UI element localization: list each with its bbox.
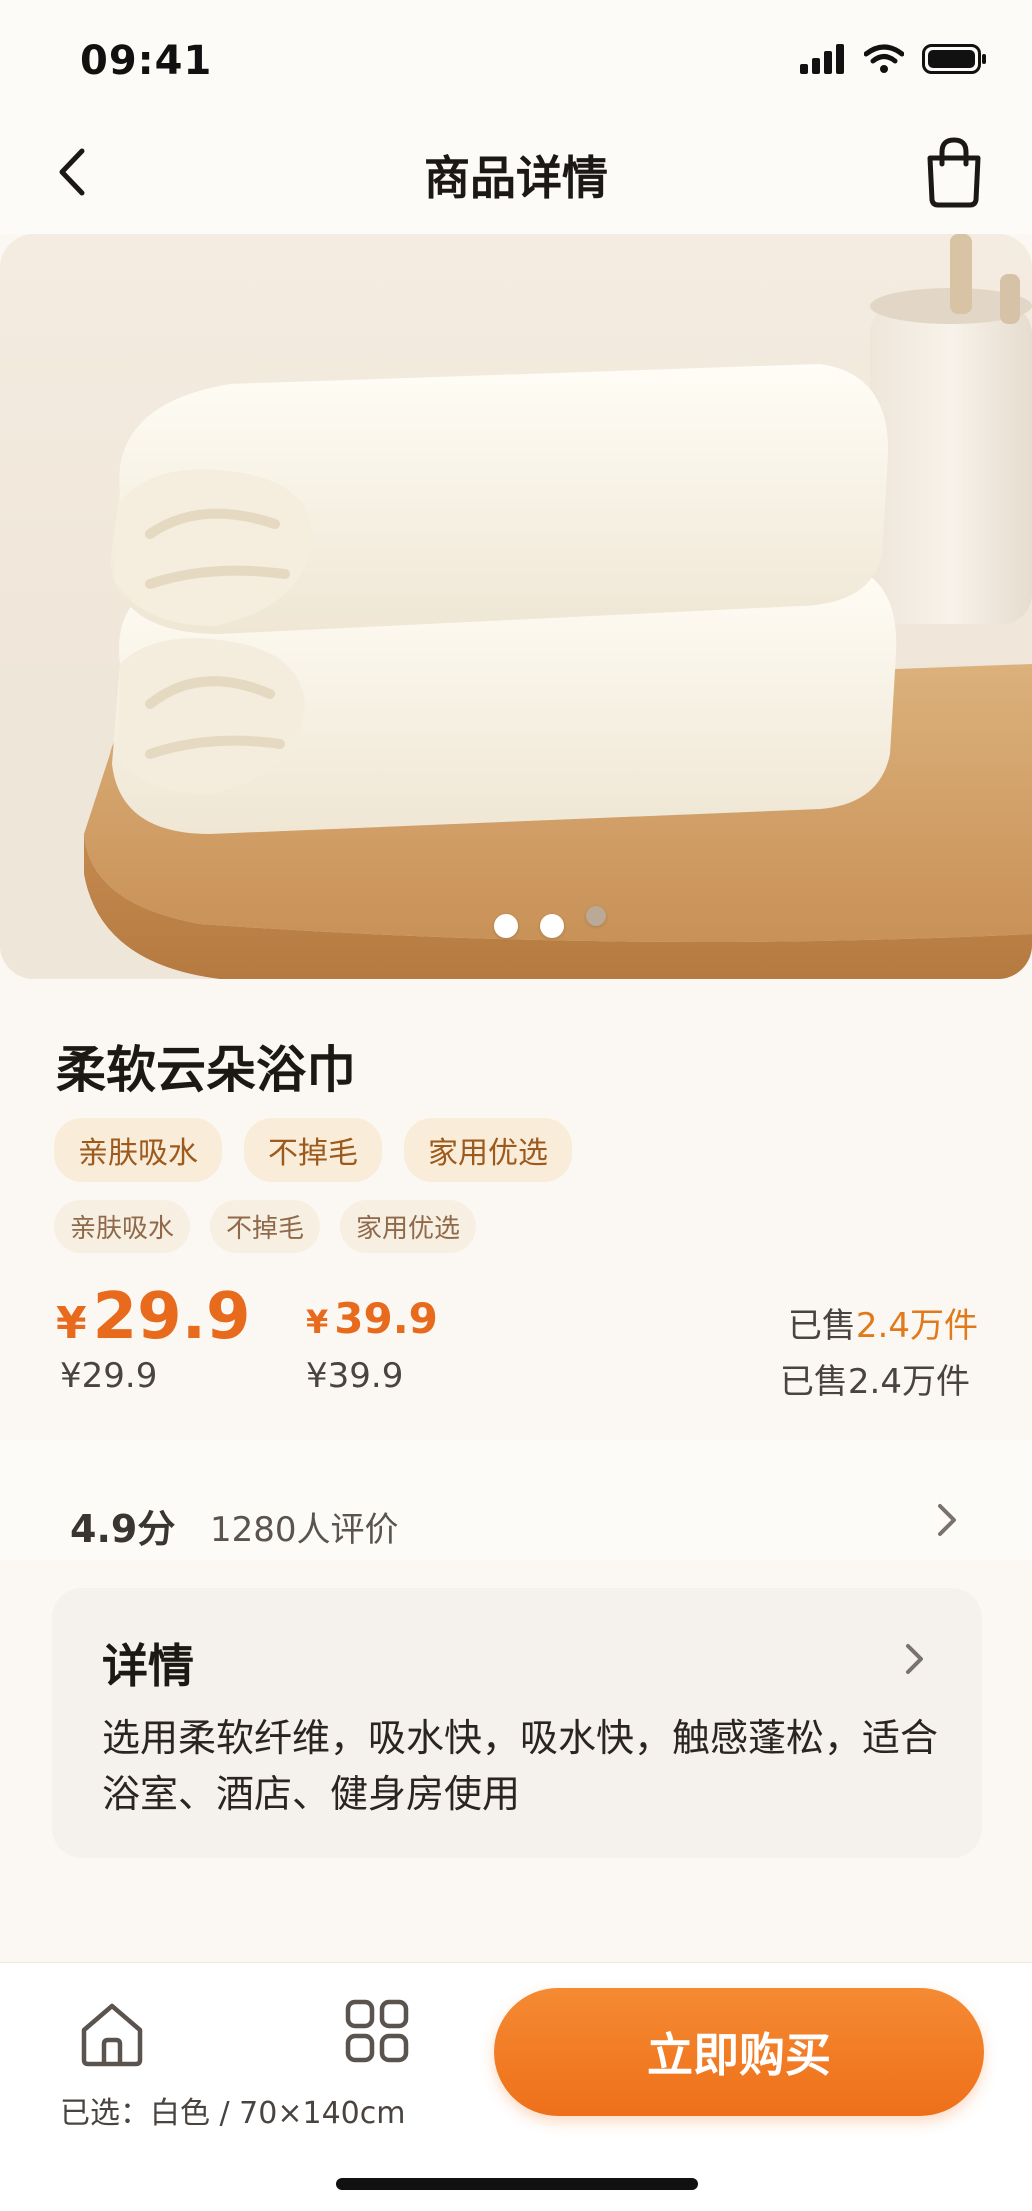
sold-count-plain: 已售2.4万件 — [779, 1362, 970, 1402]
product-tag: 亲肤吸水 — [54, 1118, 222, 1182]
battery-icon — [922, 44, 986, 74]
selected-variant[interactable]: 已选：白色 / 70×140cm — [60, 2088, 405, 2132]
shopping-bag-icon — [927, 137, 981, 208]
carousel-dot[interactable] — [540, 914, 564, 938]
carousel-dot[interactable] — [586, 906, 606, 926]
price-value: 29.9 — [92, 1280, 251, 1354]
product-tag-small: 家用优选 — [340, 1200, 477, 1253]
sold-count: 已售2.4万件 — [788, 1298, 978, 1347]
carousel-dots — [34, 906, 1032, 938]
signal-icon — [800, 44, 844, 74]
carousel-dot[interactable] — [494, 914, 518, 938]
product-tag: 不掉毛 — [244, 1118, 382, 1182]
original-price-value: 39.9 — [334, 1294, 438, 1343]
original-price-plain: ¥39.9 — [306, 1356, 404, 1396]
product-tag-small: 不掉毛 — [210, 1200, 321, 1253]
chevron-right-icon[interactable] — [930, 1500, 962, 1540]
buy-now-button[interactable]: 立即购买 — [494, 1988, 984, 2116]
current-price-plain: ¥29.9 — [60, 1356, 158, 1396]
rating-score: 4.9分 — [70, 1507, 176, 1551]
detail-card[interactable]: 详情 选用柔软纤维，吸水快，吸水快，触感蓬松，适合浴室、酒店、健身房使用 — [52, 1588, 982, 1858]
price-symbol: ¥ — [56, 1298, 87, 1349]
status-icons — [800, 44, 988, 74]
tag-list-small: 亲肤吸水 不掉毛 家用优选 — [54, 1200, 477, 1253]
product-image — [0, 234, 1032, 979]
sold-highlight: 2.4万件 — [855, 1306, 978, 1346]
status-time: 09:41 — [80, 38, 213, 84]
status-bar: 09:41 — [0, 0, 1032, 110]
home-icon[interactable] — [76, 1998, 148, 2070]
sold-prefix: 已售 — [787, 1306, 856, 1346]
original-price: ¥ 39.9 — [306, 1294, 438, 1343]
rating-count: 1280人评价 — [210, 1510, 399, 1550]
product-title: 柔软云朵浴巾 — [56, 1041, 356, 1099]
home-indicator — [336, 2178, 698, 2190]
tag-list: 亲肤吸水 不掉毛 家用优选 — [54, 1118, 572, 1182]
original-price-symbol: ¥ — [306, 1303, 329, 1341]
product-tag-small: 亲肤吸水 — [54, 1200, 191, 1253]
detail-description: 选用柔软纤维，吸水快，吸水快，触感蓬松，适合浴室、酒店、健身房使用 — [102, 1716, 939, 1816]
detail-title: 详情 — [102, 1639, 194, 1693]
product-tag: 家用优选 — [404, 1118, 572, 1182]
chevron-right-icon[interactable] — [900, 1640, 928, 1678]
product-image-carousel[interactable] — [0, 234, 1032, 979]
nav-bar: 商品详情 — [0, 110, 1032, 234]
page-title: 商品详情 — [424, 151, 608, 205]
grid-icon[interactable] — [344, 1998, 410, 2064]
current-price: ¥ 29.9 — [56, 1280, 251, 1354]
wifi-icon — [864, 44, 904, 73]
cart-button[interactable] — [920, 136, 988, 208]
